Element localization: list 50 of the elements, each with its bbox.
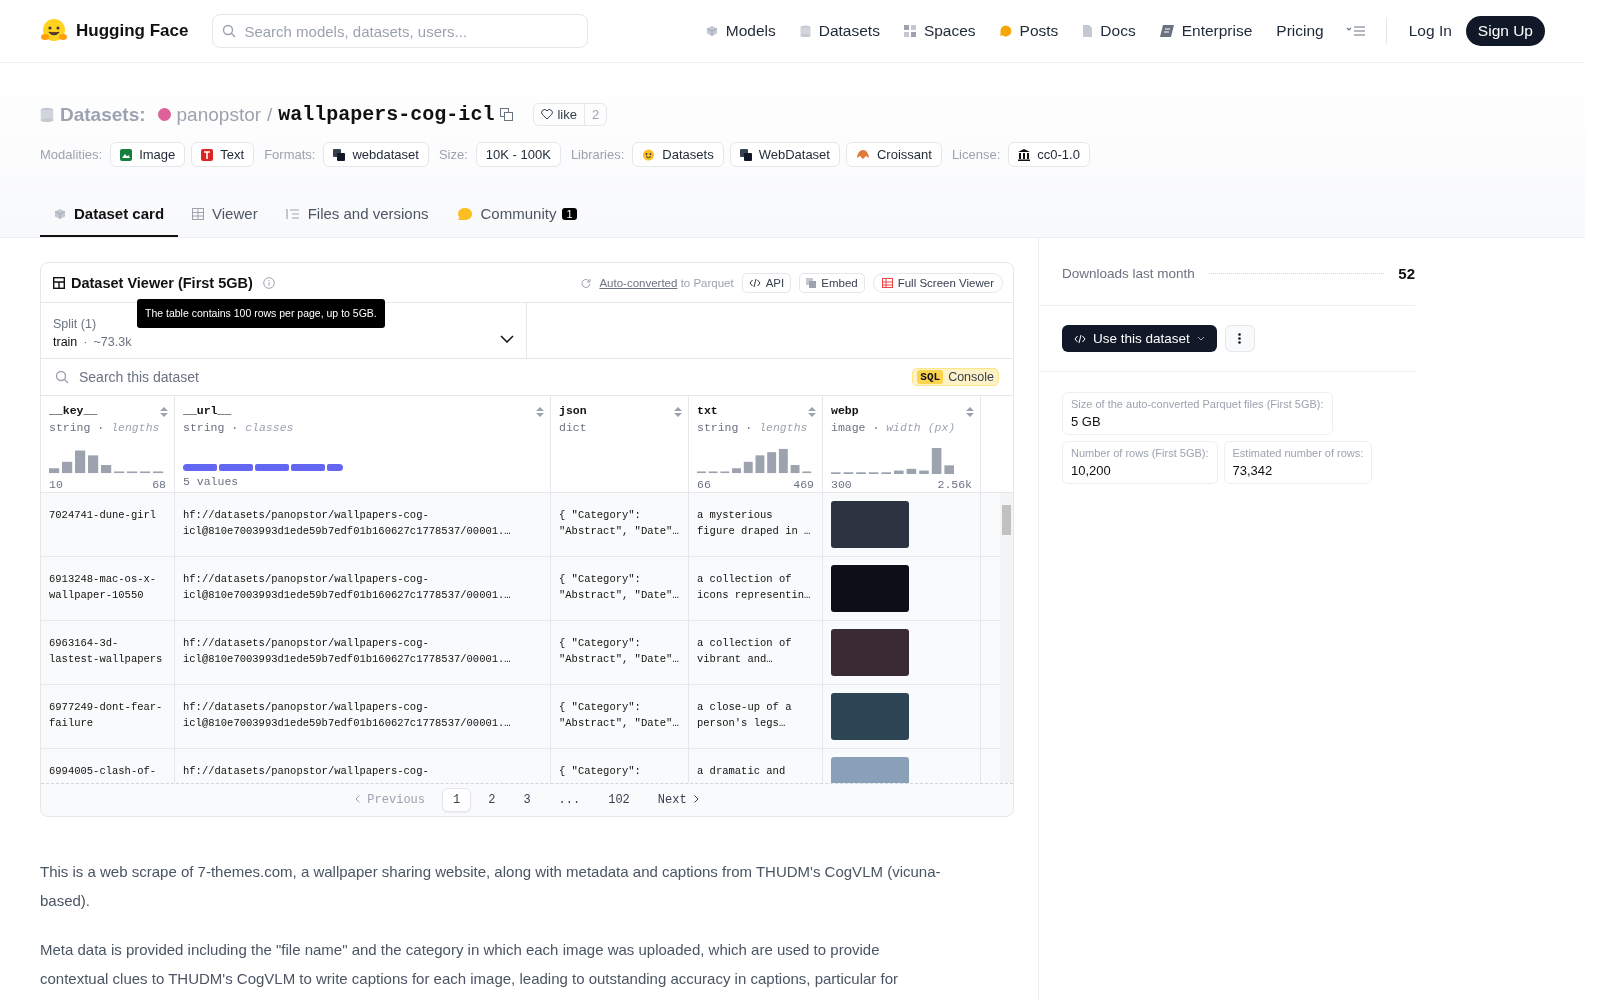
stat-label: Number of rows (First 5GB): <box>1071 447 1209 459</box>
count-badge: 1 <box>562 207 577 220</box>
stat-label: Estimated number of rows: <box>1232 447 1364 459</box>
stat-label: Size of the auto-converted Parquet files (First 5GB): <box>1071 398 1324 410</box>
column-type: string · lengths <box>697 421 808 434</box>
table-cell: hf://datasets/panopstor/wallpapers-cog-icl@810e7003993d1ede59b7edf01b160627c1778537/00001.… <box>175 621 551 684</box>
max-value: 68 <box>152 478 166 491</box>
column-type: image · width (px) <box>831 421 956 434</box>
stat-value: 10,200 <box>1071 463 1112 478</box>
table-cell: a collection of vibrant and… <box>689 621 823 684</box>
like-count: 2 <box>583 104 607 125</box>
parquet-label: to Parquet <box>680 276 734 289</box>
table-cell: hf://datasets/panopstor/wallpapers-cog-icl@810e7003993d1ede59b7edf01b160627c1778537/00001.… <box>175 493 551 556</box>
table-cell: 6977249-dont-fear-failure <box>41 685 175 748</box>
metadata-label: Modalities: <box>40 147 103 162</box>
stat-value: 73,342 <box>1232 463 1274 478</box>
min-value: 66 <box>697 478 711 491</box>
description-paragraph: Meta data is provided including the "file name" and the category in which each image was uploaded, which are used to provide contextual clues to THUDM's CogVLM to write captions for each image, leading to outstanding accuracy in captions, particular for <box>40 940 899 989</box>
max-value: 469 <box>793 478 814 491</box>
table-cell: hf://datasets/panopstor/wallpapers-cog-icl@810e7003993d1ede59b7edf01b160627c1778537/00001.… <box>175 557 551 620</box>
downloads-label: Downloads last month <box>1062 266 1195 281</box>
metadata-label: Size: <box>438 147 468 162</box>
values-count: 5 values <box>183 475 239 488</box>
metadata-label: License: <box>951 147 1001 162</box>
downloads-count: 52 <box>1398 265 1415 282</box>
table-cell: a close-up of a person's legs… <box>689 685 823 748</box>
metadata-label: Formats: <box>264 147 316 162</box>
description-paragraph: This is a web scrape of 7-themes.com, a wallpaper sharing website, along with metadata and captions from THUDM's CogVLM (vicuna-based). <box>40 862 942 911</box>
path-separator: / <box>267 103 273 126</box>
metadata-label: Libraries: <box>570 147 625 162</box>
tooltip: The table contains 100 rows per page, up to 5GB. <box>137 299 385 328</box>
table-cell: hf://datasets/panopstor/wallpapers-cog-icl@810e7003993d1ede59b7edf01b160627c1778537/00001.… <box>175 685 551 748</box>
viewer-title: Dataset Viewer (First 5GB) <box>71 274 253 291</box>
min-value: 10 <box>49 478 63 491</box>
table-cell: 7024741-dune-girl <box>41 493 175 556</box>
table-cell: { "Category": "Abstract", "Date"… <box>551 557 689 620</box>
column-type: string · lengths <box>49 421 160 434</box>
table-cell: 6963164-3d-lastest-wallpapers <box>41 621 175 684</box>
max-value: 2.56k <box>937 478 972 491</box>
table-cell: { "Category": "Abstract", "Date"… <box>551 621 689 684</box>
repo-type-label: Datasets: <box>60 103 146 126</box>
table-cell: 6913248-mac-os-x-wallpaper-10550 <box>41 557 175 620</box>
column-type: dict <box>559 421 587 434</box>
column-type: string · classes <box>183 421 294 434</box>
table-cell: a mysterious figure draped in … <box>689 493 823 556</box>
table-cell: a collection of icons representin… <box>689 557 823 620</box>
table-cell: { "Category": "Abstract", "Date"… <box>551 493 689 556</box>
table-cell: { "Category": "Abstract", "Date"… <box>551 685 689 748</box>
stat-value: 5 GB <box>1071 414 1102 429</box>
min-value: 300 <box>831 478 852 491</box>
